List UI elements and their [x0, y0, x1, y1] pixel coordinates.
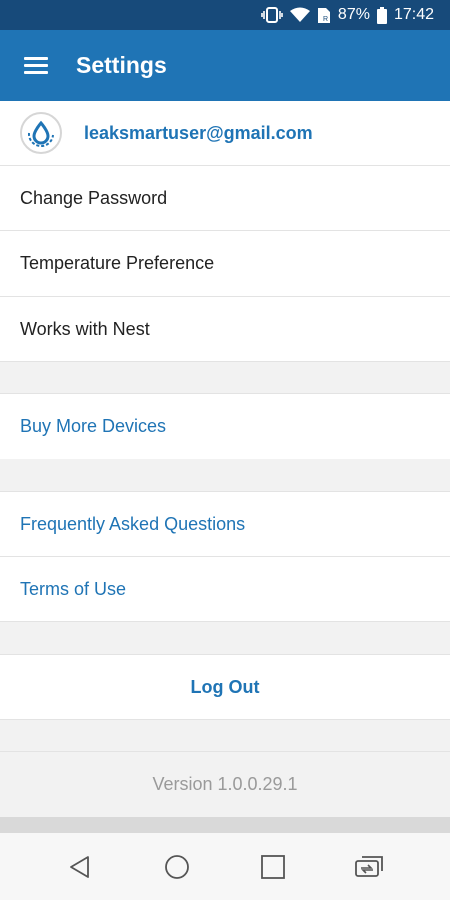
home-circle-icon [164, 854, 189, 879]
version-row: Version 1.0.0.29.1 [0, 752, 450, 817]
page-title: Settings [76, 52, 167, 78]
menu-button[interactable] [0, 30, 72, 101]
hamburger-menu-icon [24, 53, 48, 78]
battery-icon [376, 6, 387, 24]
buy-more-devices-link: Buy More Devices [20, 416, 167, 436]
settings-list: leaksmartuser@gmail.com Change Password … [0, 101, 450, 817]
terms-of-use-link: Terms of Use [20, 578, 127, 599]
log-out-label: Log Out [190, 676, 260, 697]
clock-time: 17:42 [393, 6, 434, 23]
water-drop-logo-icon [27, 120, 54, 147]
temperature-preference-label: Temperature Preference [20, 253, 215, 273]
faq-link: Frequently Asked Questions [20, 513, 246, 534]
system-nav-bar [0, 833, 450, 900]
change-password-item[interactable]: Change Password [0, 166, 450, 230]
terms-of-use-item[interactable]: Terms of Use [0, 557, 450, 621]
temperature-preference-item[interactable]: Temperature Preference [0, 231, 450, 296]
svg-text:R: R [323, 16, 328, 23]
section-spacer [0, 720, 450, 751]
avatar [20, 112, 62, 154]
back-triangle-icon [70, 855, 90, 878]
dual-window-switch-icon [354, 855, 383, 877]
faq-item[interactable]: Frequently Asked Questions [0, 492, 450, 556]
section-spacer [0, 362, 450, 393]
account-email: leaksmartuser@gmail.com [84, 122, 313, 143]
works-with-nest-label: Works with Nest [20, 318, 150, 339]
version-text: Version 1.0.0.29.1 [152, 774, 298, 794]
wifi-icon [289, 7, 310, 23]
back-button[interactable] [56, 843, 104, 891]
recents-button[interactable] [249, 843, 297, 891]
status-bar: R 87% 17:42 [0, 0, 450, 30]
account-row[interactable]: leaksmartuser@gmail.com [0, 101, 450, 165]
battery-percent: 87% [337, 6, 370, 23]
log-out-button[interactable]: Log Out [0, 655, 450, 719]
vibrate-icon [261, 7, 283, 23]
buy-more-devices-item[interactable]: Buy More Devices [0, 394, 450, 459]
change-password-label: Change Password [20, 187, 168, 208]
home-button[interactable] [153, 843, 201, 891]
sim-icon: R [317, 7, 331, 24]
section-spacer [0, 459, 450, 491]
bottom-divider-band [0, 817, 450, 833]
switch-sim-button[interactable] [346, 843, 394, 891]
app-bar: Settings [0, 30, 450, 101]
recents-square-icon [261, 854, 286, 879]
works-with-nest-item[interactable]: Works with Nest [0, 297, 450, 361]
section-spacer [0, 622, 450, 654]
